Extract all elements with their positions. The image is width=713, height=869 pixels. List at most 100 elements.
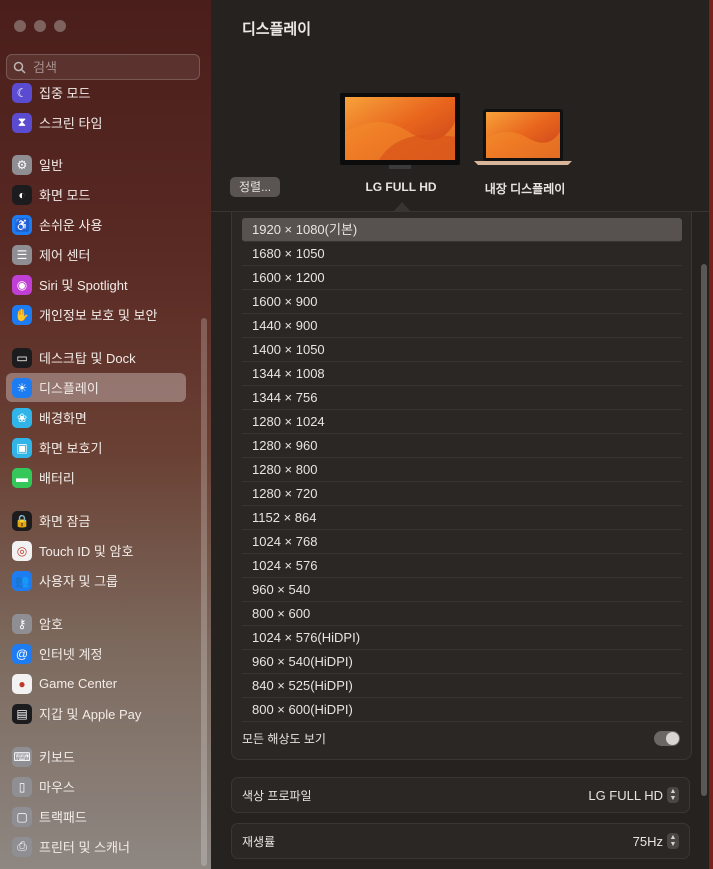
refresh-rate-value: 75Hz: [632, 833, 663, 849]
external-monitor[interactable]: [339, 92, 461, 170]
sidebar-item-label: 스크린 타임: [39, 116, 103, 131]
monitor-arrangement: 정렬... LG FULL HD 내장 디스플레이: [211, 50, 713, 211]
keyboard-icon: ⌨: [12, 746, 32, 767]
sidebar-item[interactable]: ⚷ 암호: [6, 609, 186, 638]
sidebar-item[interactable]: ☀ 디스플레이: [6, 373, 186, 402]
resolution-option[interactable]: 1280 × 800: [242, 458, 682, 482]
resolution-panel: 1920 × 1080(기본) 1680 × 1050 1600 × 1200 160…: [231, 212, 692, 760]
sidebar-item-label: 트랙패드: [39, 810, 87, 825]
trackpad-icon: ▢: [12, 806, 32, 827]
sidebar-item-label: 사용자 및 그룹: [39, 574, 118, 589]
refresh-rate-select[interactable]: 75Hz ▲ ▼: [633, 833, 679, 849]
resolution-option[interactable]: 1280 × 960: [242, 434, 682, 458]
resolution-option[interactable]: 960 × 540(HiDPI): [242, 650, 682, 674]
sidebar-item[interactable]: ☰ 제어 센터: [6, 240, 186, 269]
mouse-icon: ▯: [12, 776, 32, 797]
sidebar-item-label: 키보드: [39, 750, 75, 765]
sidebar-item[interactable]: ▬ 배터리: [6, 463, 186, 492]
resolution-option[interactable]: 1024 × 576(HiDPI): [242, 626, 682, 650]
resolution-option[interactable]: 1920 × 1080(기본): [242, 218, 682, 242]
window-controls: [14, 20, 66, 32]
sidebar-item-label: 화면 모드: [39, 188, 91, 203]
sidebar-item-label: 배터리: [39, 471, 75, 486]
sidebar-item[interactable]: ▯ 마우스: [6, 772, 186, 801]
up-down-chevron-icon: ▲ ▼: [667, 833, 679, 849]
sidebar-item-label: 제어 센터: [39, 248, 91, 263]
show-all-toggle[interactable]: [654, 731, 680, 746]
appearance-icon: ◐: [12, 184, 32, 205]
sidebar-item[interactable]: ☾ 집중 모드: [6, 78, 186, 107]
resolution-option[interactable]: 1344 × 756: [242, 386, 682, 410]
sidebar: ☾ 집중 모드 ⧗ 스크린 타임 ⚙ 일반 ◐ 화면 모드 ♿ 손쉬운 사용 ☰ 제어 센터 ◉ Siri…: [0, 0, 211, 869]
close-window-button[interactable]: [14, 20, 26, 32]
sidebar-item-label: 디스플레이: [39, 381, 99, 396]
resolution-option[interactable]: 800 × 600(HiDPI): [242, 698, 682, 722]
sidebar-item-label: 화면 보호기: [39, 441, 103, 456]
sidebar-item[interactable]: ✋ 개인정보 보호 및 보안: [6, 300, 186, 329]
sidebar-item-label: 암호: [39, 617, 63, 632]
resolution-option[interactable]: 1600 × 900: [242, 290, 682, 314]
builtin-display-label: 내장 디스플레이: [484, 182, 566, 196]
color-profile-select[interactable]: LG FULL HD ▲ ▼: [588, 787, 679, 803]
lock-icon: 🔒: [12, 510, 32, 531]
resolution-option[interactable]: 1440 × 900: [242, 314, 682, 338]
sidebar-item-label: 프린터 및 스캐너: [39, 840, 130, 855]
minimize-window-button[interactable]: [34, 20, 46, 32]
sidebar-item[interactable]: ▭ 데스크탑 및 Dock: [6, 343, 186, 372]
toggle-knob: [666, 732, 679, 745]
fingerprint-icon: ◎: [12, 540, 32, 561]
resolution-option[interactable]: 1152 × 864: [242, 506, 682, 530]
resolution-option[interactable]: 1600 × 1200: [242, 266, 682, 290]
siri-icon: ◉: [12, 274, 32, 295]
main-scrollbar[interactable]: [701, 264, 707, 796]
page-title: 디스플레이: [242, 21, 312, 38]
sun-icon: ☀: [12, 377, 32, 398]
resolution-option[interactable]: 840 × 525(HiDPI): [242, 674, 682, 698]
resolution-option[interactable]: 1024 × 768: [242, 530, 682, 554]
sidebar-item-label: Game Center: [39, 676, 118, 691]
resolution-option[interactable]: 960 × 540: [242, 578, 682, 602]
resolution-option[interactable]: 1280 × 720: [242, 482, 682, 506]
color-profile-row[interactable]: 색상 프로파일 LG FULL HD ▲ ▼: [231, 777, 690, 813]
sidebar-item[interactable]: ◐ 화면 모드: [6, 180, 186, 209]
selection-caret: [394, 202, 410, 211]
zoom-window-button[interactable]: [54, 20, 66, 32]
control-center-icon: ☰: [12, 244, 32, 265]
sidebar-item[interactable]: ⚙ 일반: [6, 150, 186, 179]
search-input[interactable]: [31, 58, 185, 76]
sidebar-item[interactable]: 🔒 화면 잠금: [6, 506, 186, 535]
resolution-option[interactable]: 1024 × 576: [242, 554, 682, 578]
resolution-option[interactable]: 1680 × 1050: [242, 242, 682, 266]
printer-icon: ⎙: [12, 836, 32, 857]
resolution-option[interactable]: 1400 × 1050: [242, 338, 682, 362]
resolution-option[interactable]: 1344 × 1008: [242, 362, 682, 386]
search-field[interactable]: [6, 54, 200, 80]
sidebar-item[interactable]: ● Game Center: [6, 669, 186, 698]
refresh-rate-row[interactable]: 재생률 75Hz ▲ ▼: [231, 823, 690, 859]
sidebar-item-label: 일반: [39, 158, 63, 173]
resolution-option[interactable]: 800 × 600: [242, 602, 682, 626]
sidebar-item[interactable]: ⧗ 스크린 타임: [6, 108, 186, 137]
builtin-display[interactable]: [473, 108, 577, 166]
color-profile-label: 색상 프로파일: [242, 788, 312, 803]
sidebar-item[interactable]: ◎ Touch ID 및 암호: [6, 536, 186, 565]
users-icon: 👥: [12, 570, 32, 591]
sidebar-item[interactable]: ◉ Siri 및 Spotlight: [6, 270, 186, 299]
sidebar-scrollbar[interactable]: [201, 318, 207, 866]
sidebar-item[interactable]: 👥 사용자 및 그룹: [6, 566, 186, 595]
resolution-option[interactable]: 1280 × 1024: [242, 410, 682, 434]
sidebar-item[interactable]: ▢ 트랙패드: [6, 802, 186, 831]
sidebar-item-label: 개인정보 보호 및 보안: [39, 308, 158, 323]
sidebar-item[interactable]: ▤ 지갑 및 Apple Pay: [6, 699, 186, 728]
sidebar-item[interactable]: ♿ 손쉬운 사용: [6, 210, 186, 239]
sidebar-item[interactable]: ⌨ 키보드: [6, 742, 186, 771]
sidebar-item[interactable]: ❀ 배경화면: [6, 403, 186, 432]
sidebar-item[interactable]: ⎙ 프린터 및 스캐너: [6, 832, 186, 861]
sidebar-item[interactable]: ▣ 화면 보호기: [6, 433, 186, 462]
refresh-rate-label: 재생률: [242, 834, 276, 849]
sidebar-item[interactable]: @ 인터넷 계정: [6, 639, 186, 668]
external-monitor-label: LG FULL HD: [365, 180, 437, 194]
sidebar-item-label: Siri 및 Spotlight: [39, 278, 128, 293]
arrange-button[interactable]: 정렬...: [230, 177, 281, 197]
sidebar-item-label: 화면 잠금: [39, 514, 91, 529]
